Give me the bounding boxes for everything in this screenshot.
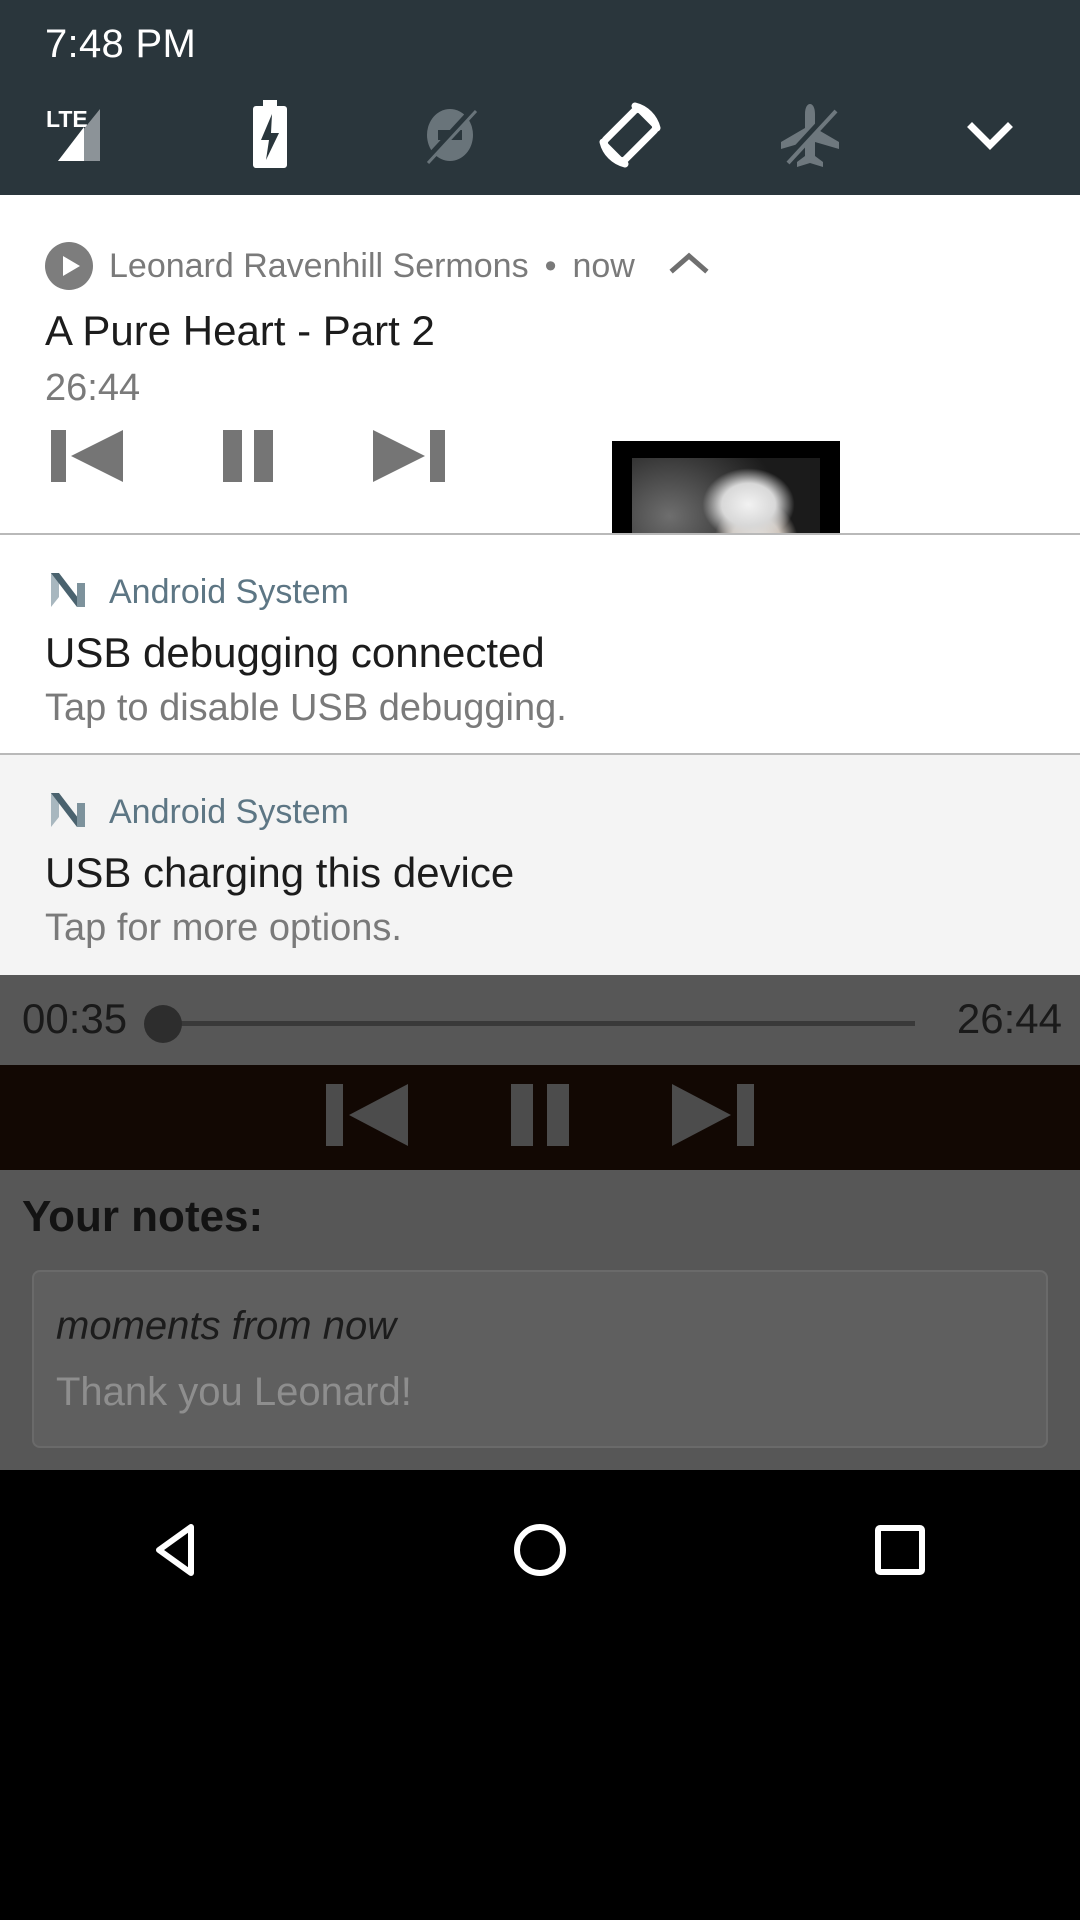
note-text[interactable]: Thank you Leonard!: [56, 1370, 412, 1415]
media-timestamp: now: [572, 246, 635, 285]
seek-bar-thumb[interactable]: [144, 1005, 182, 1043]
pause-button[interactable]: [498, 1072, 582, 1163]
lte-signal-icon[interactable]: LTE: [0, 90, 180, 180]
notifications-off-icon[interactable]: [360, 90, 540, 180]
play-circle-icon: [45, 242, 93, 290]
android-nougat-icon: [45, 787, 91, 838]
notification-usb-charging[interactable]: Android System USB charging this device …: [0, 755, 1080, 975]
app-player-controls: [0, 1065, 1080, 1170]
next-button[interactable]: [367, 420, 451, 497]
seek-current-time: 00:35: [22, 995, 128, 1042]
notification-title: USB debugging connected: [45, 629, 545, 676]
media-notification-header: Leonard Ravenhill Sermons • now: [45, 242, 713, 290]
note-placeholder: moments from now: [56, 1304, 397, 1348]
header-separator: •: [544, 246, 557, 285]
app-behind-shade: 00:35 26:44 Your notes: moments from now…: [0, 975, 1080, 1470]
next-button[interactable]: [666, 1072, 760, 1163]
system-notification-header: Android System: [45, 787, 349, 838]
pause-button[interactable]: [211, 420, 285, 497]
quick-settings-icon-row: LTE: [0, 90, 1080, 180]
notification-media-player[interactable]: Leonard Ravenhill Sermons • now A Pure H…: [0, 195, 1080, 669]
chevron-down-icon[interactable]: [900, 90, 1080, 180]
notes-section: Your notes: moments from now Thank you L…: [0, 1170, 1080, 1470]
notes-label: Your notes:: [22, 1192, 264, 1241]
notification-shade: Leonard Ravenhill Sermons • now A Pure H…: [0, 195, 1080, 975]
media-transport-controls: [45, 420, 451, 497]
android-nougat-icon: [45, 567, 91, 618]
notification-body: Tap for more options.: [45, 907, 402, 949]
airplane-mode-off-icon[interactable]: [720, 90, 900, 180]
system-app-name: Android System: [109, 573, 349, 611]
seek-bar-track[interactable]: [175, 1021, 915, 1026]
auto-rotate-icon[interactable]: [540, 90, 720, 180]
nav-home-button[interactable]: [450, 1500, 630, 1600]
media-seek-row: 00:35 26:44: [0, 975, 1080, 1065]
status-bar[interactable]: 7:48 PM LTE: [0, 0, 1080, 195]
seek-total-time: 26:44: [956, 995, 1062, 1042]
battery-charging-icon[interactable]: [180, 90, 360, 180]
nav-back-button[interactable]: [90, 1500, 270, 1600]
previous-button[interactable]: [320, 1072, 414, 1163]
media-track-duration: 26:44: [45, 367, 141, 409]
system-notification-header: Android System: [45, 567, 349, 618]
media-app-name: Leonard Ravenhill Sermons: [109, 246, 529, 285]
navigation-bar: [0, 1470, 1080, 1920]
notification-title: USB charging this device: [45, 849, 515, 896]
system-app-name: Android System: [109, 793, 349, 831]
notes-card[interactable]: moments from now Thank you Leonard!: [32, 1270, 1048, 1448]
media-track-title: A Pure Heart - Part 2: [45, 307, 435, 354]
status-clock: 7:48 PM: [45, 22, 197, 66]
notification-body: Tap to disable USB debugging.: [45, 687, 567, 729]
previous-button[interactable]: [45, 420, 129, 497]
notification-usb-debugging[interactable]: Android System USB debugging connected T…: [0, 535, 1080, 755]
svg-text:LTE: LTE: [46, 106, 88, 132]
chevron-up-icon[interactable]: [665, 248, 713, 285]
nav-recents-button[interactable]: [810, 1500, 990, 1600]
